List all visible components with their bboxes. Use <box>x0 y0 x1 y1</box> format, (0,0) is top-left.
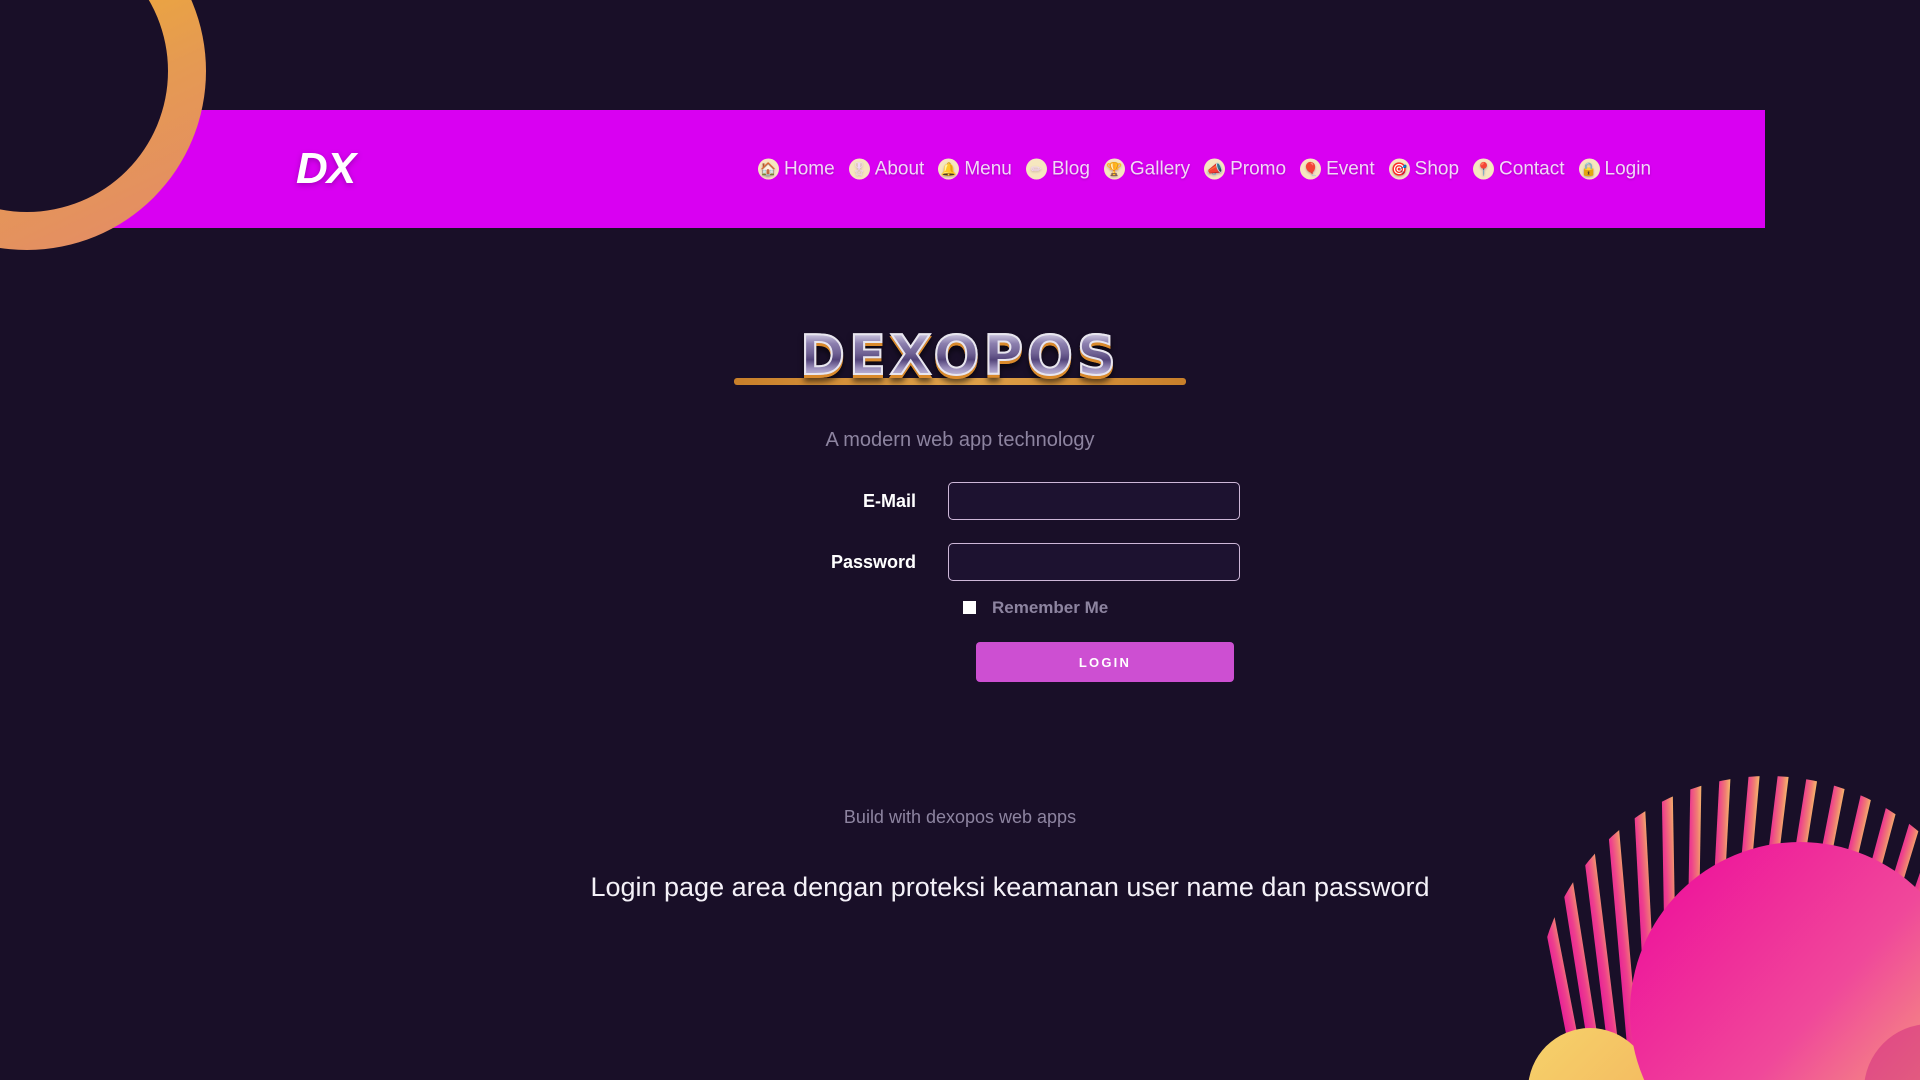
remember-me-row: Remember Me <box>610 599 1310 616</box>
top-navbar: DX 🏠 Home 🎖 About 🔔 Menu ✏ Blog 🏆 Galler… <box>108 110 1765 228</box>
nav-label-gallery: Gallery <box>1129 158 1191 180</box>
nav-item-about[interactable]: 🎖 About <box>848 158 925 180</box>
nav-label-promo: Promo <box>1230 158 1287 180</box>
coin-icon: 🎯 <box>1388 158 1410 180</box>
pencil-icon: ✏ <box>1025 158 1047 180</box>
nav-item-home[interactable]: 🏠 Home <box>758 158 835 180</box>
remember-me-label[interactable]: Remember Me <box>992 599 1108 616</box>
house-icon: 🏠 <box>758 158 779 180</box>
login-button[interactable]: LOGIN <box>976 642 1234 682</box>
email-label: E-Mail <box>862 491 916 511</box>
nav-label-blog: Blog <box>1051 158 1090 180</box>
tagline: A modern web app technology <box>825 429 1095 451</box>
lock-icon: 🔒 <box>1578 158 1600 180</box>
nav-item-promo[interactable]: 📣 Promo <box>1204 158 1287 180</box>
nav-links: 🏠 Home 🎖 About 🔔 Menu ✏ Blog 🏆 Gallery 📣 <box>758 158 1652 180</box>
nav-label-contact: Contact <box>1499 158 1565 180</box>
nav-item-shop[interactable]: 🎯 Shop <box>1388 158 1460 180</box>
nav-label-about: About <box>874 158 925 180</box>
dexopos-wordmark: DEXOPOS <box>730 325 1190 387</box>
nav-item-menu[interactable]: 🔔 Menu <box>938 158 1012 180</box>
map-pin-icon: 📍 <box>1473 158 1495 180</box>
login-form: E-Mail Password Remember Me LOGIN <box>610 482 1310 682</box>
password-label: Password <box>830 552 916 572</box>
email-input[interactable] <box>948 482 1240 520</box>
nav-label-menu: Menu <box>964 158 1012 180</box>
nav-item-login[interactable]: 🔒 Login <box>1578 158 1652 180</box>
balloon-icon: 🎈 <box>1300 158 1322 180</box>
submit-row: LOGIN <box>610 642 1310 682</box>
page-root: DX 🏠 Home 🎖 About 🔔 Menu ✏ Blog 🏆 Galler… <box>0 0 1920 1080</box>
wordmark-text: DEXOPOS <box>730 325 1190 387</box>
email-row: E-Mail <box>610 482 1310 520</box>
nav-item-gallery[interactable]: 🏆 Gallery <box>1103 158 1191 180</box>
megaphone-icon: 📣 <box>1204 158 1226 180</box>
bell-icon: 🔔 <box>938 158 960 180</box>
nav-label-login: Login <box>1604 158 1652 180</box>
brand-logo[interactable]: DX <box>296 147 356 191</box>
nav-label-home: Home <box>784 158 835 180</box>
footer-note: Build with dexopos web apps <box>843 807 1077 827</box>
nav-item-blog[interactable]: ✏ Blog <box>1025 158 1090 180</box>
page-caption: Login page area dengan proteksi keamanan… <box>590 872 1430 902</box>
nav-label-shop: Shop <box>1414 158 1460 180</box>
medal-icon: 🎖 <box>848 158 870 180</box>
password-row: Password <box>610 543 1310 581</box>
nav-label-event: Event <box>1326 158 1375 180</box>
decorative-shapes-bottom-right <box>1500 760 1920 1080</box>
nav-item-event[interactable]: 🎈 Event <box>1300 158 1375 180</box>
remember-me-checkbox[interactable] <box>963 601 976 614</box>
password-input[interactable] <box>948 543 1240 581</box>
trophy-icon: 🏆 <box>1103 158 1125 180</box>
nav-item-contact[interactable]: 📍 Contact <box>1473 158 1565 180</box>
